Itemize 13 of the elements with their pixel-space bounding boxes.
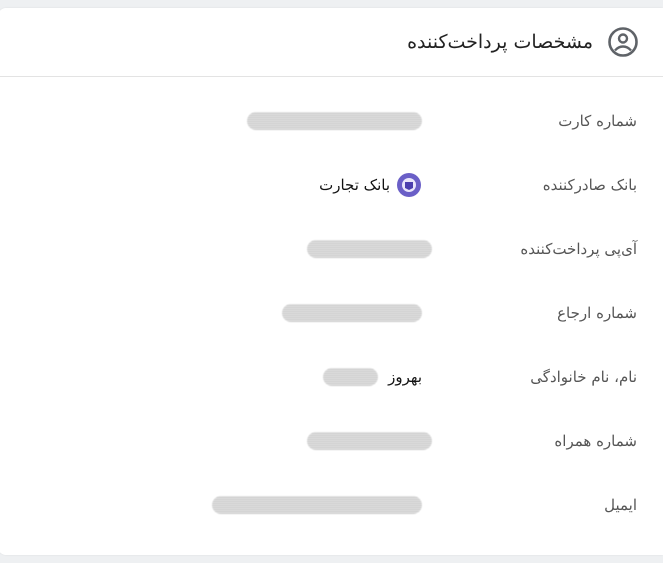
bank-name: بانک تجارت [319,176,390,194]
user-icon [607,26,639,58]
field-label: بانک صادرکننده [542,176,637,194]
field-label: نام، نام خانوادگی [529,368,637,386]
field-label: ایمیل [603,496,637,514]
redacted-value [323,368,378,386]
card-title: مشخصات پرداخت‌کننده [407,31,593,53]
bank-logo-icon [396,172,422,198]
field-label: آی‌پی پرداخت‌کننده [519,240,637,258]
field-label: شماره کارت [557,112,637,130]
field-label: شماره همراه [553,432,637,450]
field-label: شماره ارجاع [556,304,637,322]
field-value: بهروز [388,368,422,386]
